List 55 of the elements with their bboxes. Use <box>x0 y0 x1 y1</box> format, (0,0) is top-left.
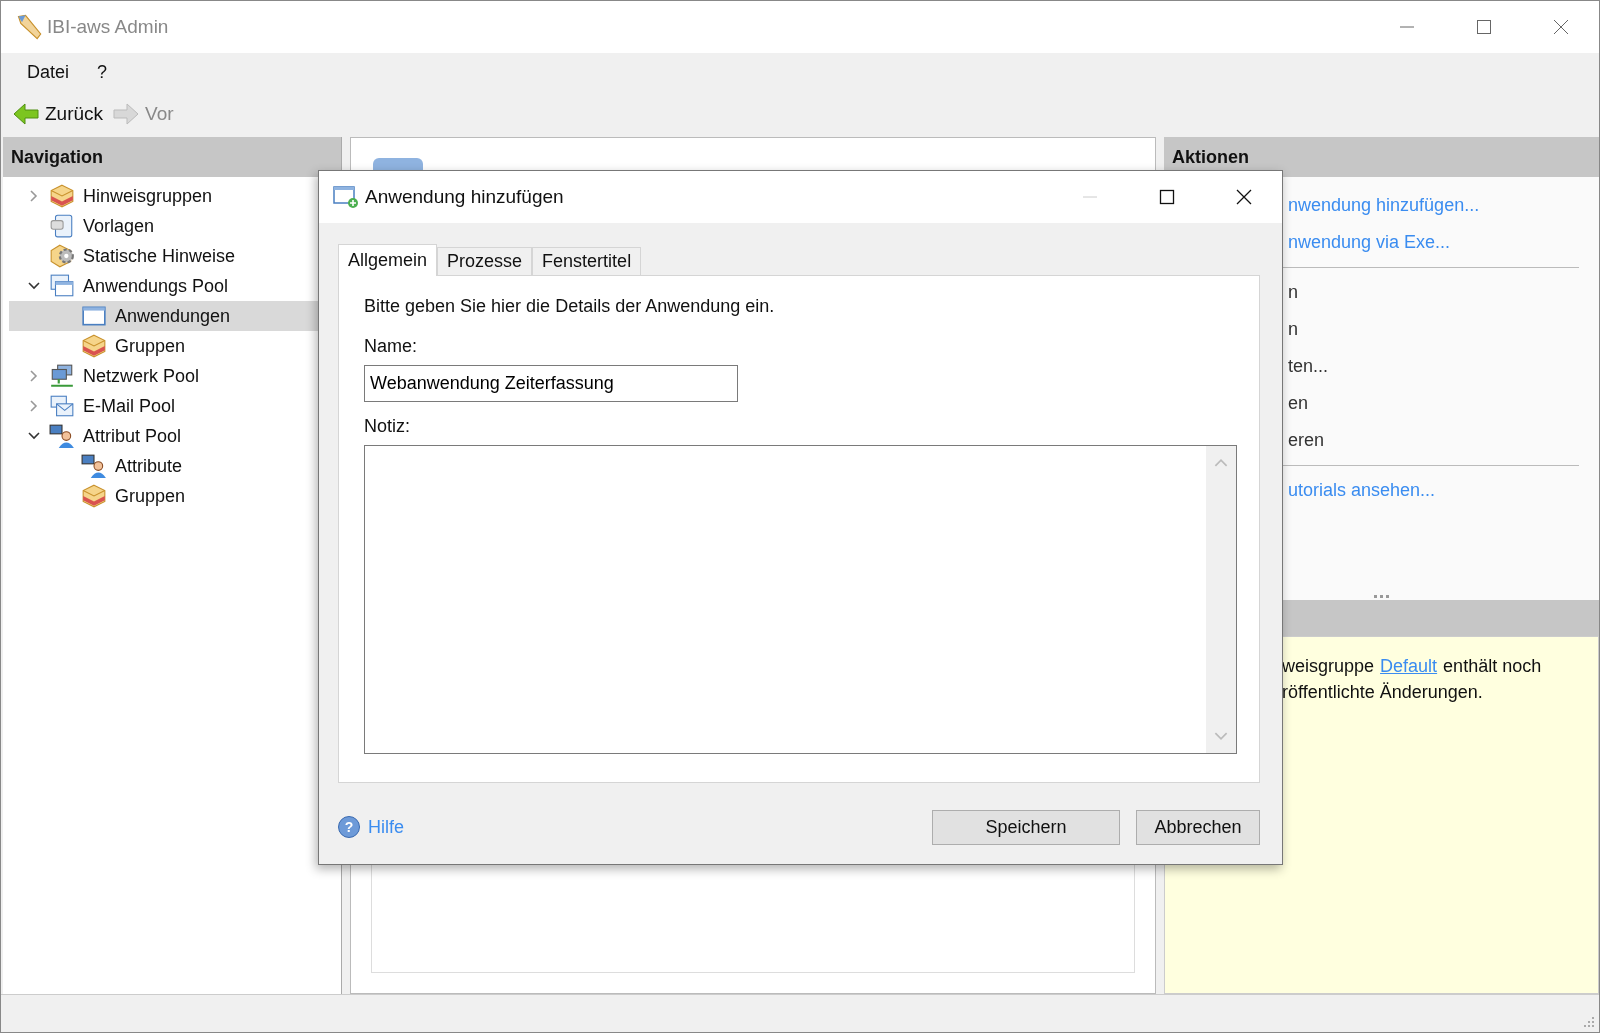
user-computer-icon <box>49 423 75 449</box>
panel-header: Navigation <box>3 137 341 177</box>
pen-icon <box>15 13 43 41</box>
action-item[interactable]: n <box>1288 274 1579 311</box>
cancel-button[interactable]: Abbrechen <box>1136 809 1260 845</box>
windows-icon <box>49 273 75 299</box>
tab-shape <box>373 158 423 170</box>
tree-item[interactable]: Statische Hinweise <box>9 241 341 271</box>
scrollbar[interactable] <box>1206 446 1236 753</box>
document-icon <box>49 213 75 239</box>
tree-item[interactable]: Attribute <box>9 451 341 481</box>
notice-text: enthält noch <box>1443 655 1542 678</box>
user-computer-icon <box>81 453 107 479</box>
save-button[interactable]: Speichern <box>932 809 1120 845</box>
resize-grip-icon[interactable] <box>1583 1016 1595 1028</box>
package-icon <box>49 183 75 209</box>
field-label: Name: <box>364 336 418 357</box>
back-button[interactable]: Zurück <box>13 102 104 126</box>
intro-text: Bitte geben Sie hier die Details der Anwendung ein. <box>364 296 776 317</box>
tree-item[interactable]: E-Mail Pool <box>9 391 341 421</box>
menu-item[interactable]: Datei <box>15 57 82 87</box>
arrow-left-icon <box>13 102 39 126</box>
minimize-icon <box>1399 26 1414 28</box>
package-icon <box>81 483 107 509</box>
action-item[interactable]: ten... <box>1288 348 1579 385</box>
tree-item[interactable]: Netzwerk Pool <box>9 361 341 391</box>
dialog-title: Anwendung hinzufügen <box>365 186 565 208</box>
tree-item[interactable]: Vorlagen <box>9 211 341 241</box>
window-title: IBI-aws Admin <box>47 16 170 38</box>
tree-item[interactable]: Anwendungs Pool <box>9 271 341 301</box>
panel-header: Aktionen <box>1164 137 1599 177</box>
tree-item[interactable]: Attribut Pool <box>9 421 341 451</box>
action-item[interactable]: n <box>1288 311 1579 348</box>
scroll-down-icon[interactable] <box>1214 732 1228 741</box>
tree-item[interactable]: Gruppen <box>9 331 341 361</box>
window-add-icon <box>333 185 359 209</box>
tab[interactable]: Prozesse <box>437 247 533 275</box>
note-field[interactable] <box>364 445 1237 754</box>
action-item[interactable]: en <box>1288 385 1579 422</box>
notice-text: weisgruppe <box>1282 655 1375 678</box>
package-icon <box>81 333 107 359</box>
network-icon <box>49 363 75 389</box>
menu-item[interactable]: ? <box>85 57 120 87</box>
tree-item[interactable]: Gruppen <box>9 481 341 511</box>
action-item[interactable]: eren <box>1288 422 1579 459</box>
tree-item[interactable]: Hinweisgruppen <box>9 181 341 211</box>
name-field[interactable]: Webanwendung Zeiterfassung <box>364 365 738 402</box>
gear-icon <box>49 243 75 269</box>
tab[interactable]: Allgemein <box>338 244 438 276</box>
arrow-right-icon <box>113 102 140 126</box>
scroll-up-icon[interactable] <box>1214 458 1228 467</box>
envelope-icon <box>49 393 75 419</box>
field-label: Notiz: <box>364 416 411 437</box>
notice-text: röffentlichte Änderungen. <box>1282 681 1483 704</box>
tab[interactable]: Fenstertitel <box>532 247 642 275</box>
